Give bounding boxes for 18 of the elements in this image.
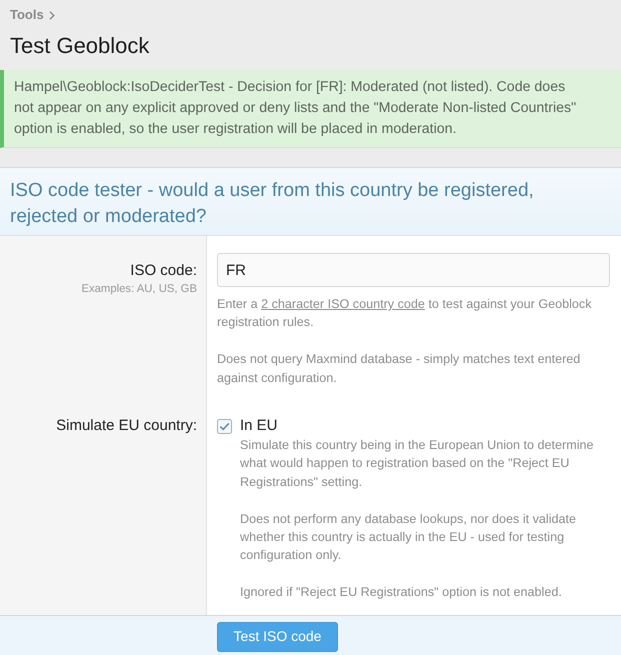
field-explanation: Enter a 2 character ISO country code to test against your Geoblock registration rules. — [217, 296, 593, 332]
field-explanation: Ignored if "Reject EU Registrations" option is not enabled. — [240, 584, 563, 602]
explanation-link[interactable]: 2 character ISO country code — [261, 297, 425, 311]
iso-code-input[interactable]: FR — [217, 253, 610, 287]
chevron-right-icon — [48, 10, 55, 20]
breadcrumb-link[interactable]: Tools — [10, 6, 44, 24]
section-header: ISO code tester - would a user from this country be registered, rejected or moderated? — [0, 168, 621, 236]
field-explanation: Does not perform any database lookups, nor does it validate whether this country is actually in the EU - used for testing configuration only. — [240, 510, 578, 564]
checkbox-label[interactable]: In EU — [240, 416, 278, 436]
page-title: Test Geoblock — [10, 32, 150, 60]
alert-message: Hampel\Geoblock:IsoDeciderTest - Decision for [FR]: Moderated (not listed). Code does not appear on any explicit approved or deny lists and the "Moderate Non-listed Countries" option is enabled, so the user registration will be placed in moderation. — [0, 70, 621, 148]
field-label: ISO code: — [129, 261, 197, 281]
field-label: Simulate EU country: — [55, 416, 197, 436]
field-hint: Examples: AU, US, GB — [80, 282, 197, 297]
field-explanation: Simulate this country being in the European Union to determine what would happen to registration based on the "Reject EU Registrations" setting. — [240, 437, 595, 491]
submit-button[interactable]: Test ISO code — [217, 622, 338, 652]
checkbox[interactable] — [217, 418, 232, 434]
field-explanation: Does not query Maxmind database - simply matches text entered against configuration. — [217, 351, 582, 387]
